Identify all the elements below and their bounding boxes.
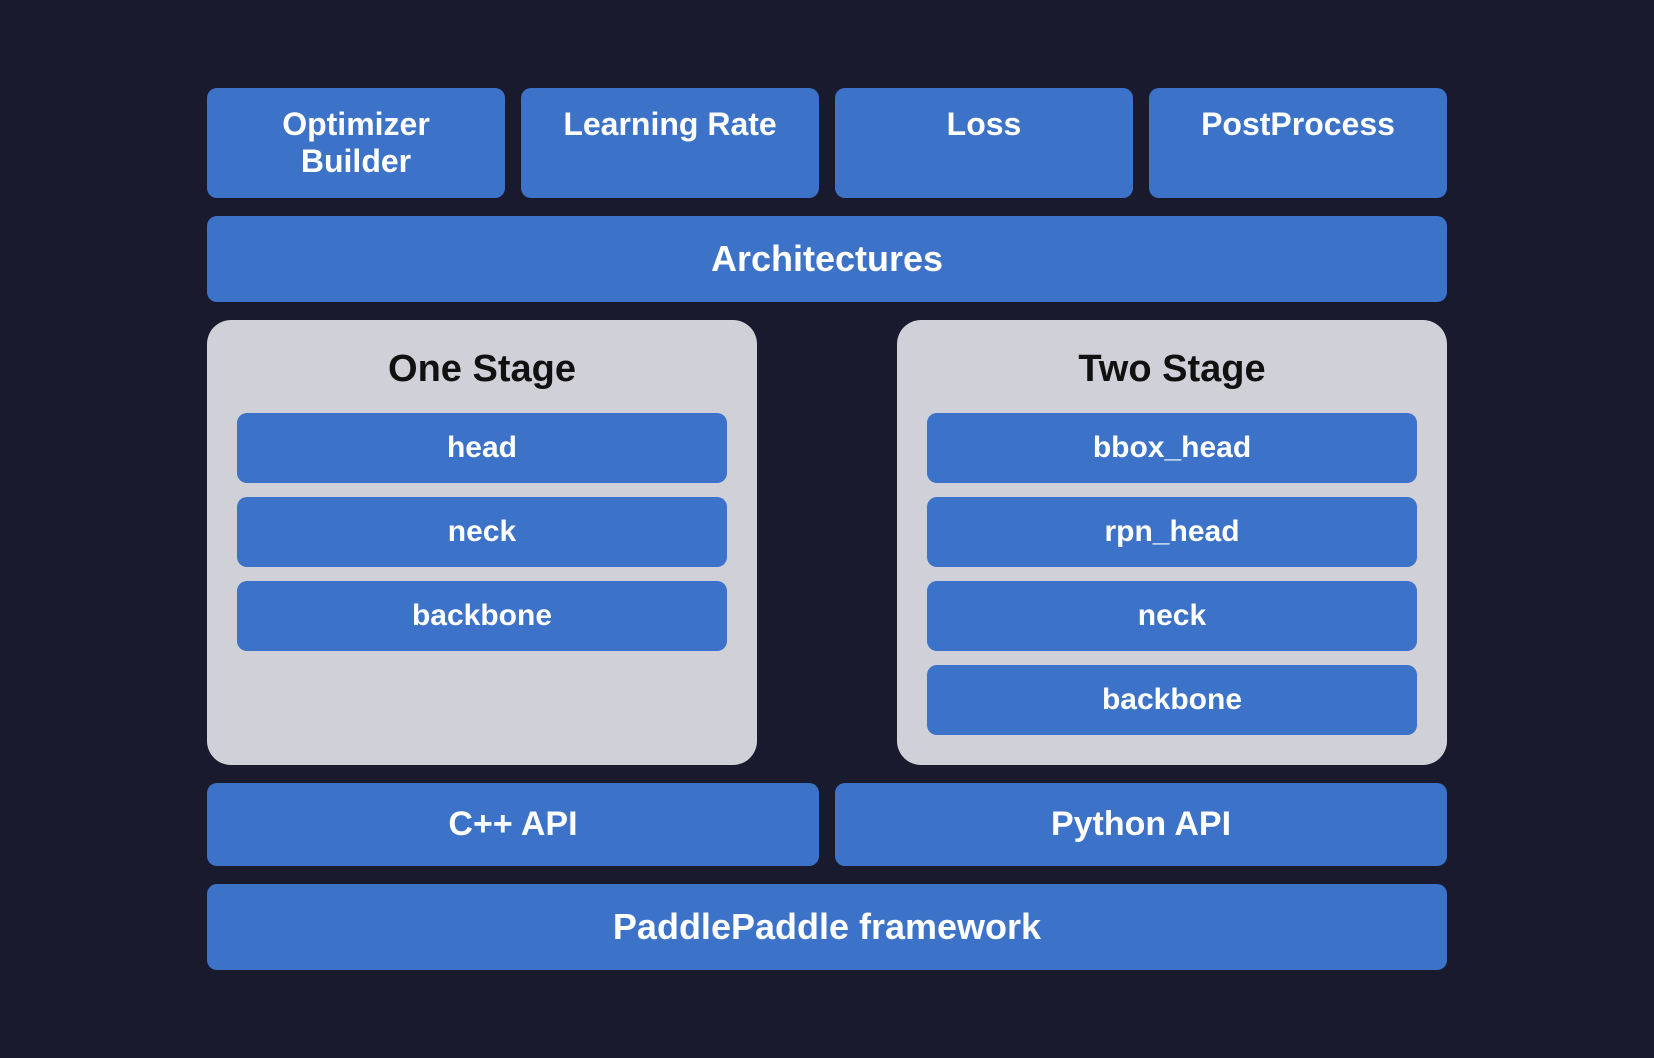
one-stage-box: One Stage head neck backbone bbox=[207, 320, 757, 765]
middle-section: One Stage head neck backbone Two Stage b… bbox=[207, 320, 1447, 765]
loss-button[interactable]: Loss bbox=[835, 88, 1133, 198]
one-stage-title: One Stage bbox=[237, 348, 727, 391]
one-stage-head[interactable]: head bbox=[237, 413, 727, 483]
diagram-container: Optimizer Builder Learning Rate Loss Pos… bbox=[177, 58, 1477, 1000]
one-stage-backbone[interactable]: backbone bbox=[237, 581, 727, 651]
one-stage-items: head neck backbone bbox=[237, 413, 727, 651]
arrow-column bbox=[757, 320, 897, 765]
one-stage-neck[interactable]: neck bbox=[237, 497, 727, 567]
postprocess-button[interactable]: PostProcess bbox=[1149, 88, 1447, 198]
arrow-body-shape bbox=[813, 473, 841, 673]
cpp-api-button[interactable]: C++ API bbox=[207, 783, 819, 866]
arrow-head-shape bbox=[785, 413, 869, 473]
top-row: Optimizer Builder Learning Rate Loss Pos… bbox=[207, 88, 1447, 198]
api-row: C++ API Python API bbox=[207, 783, 1447, 866]
architectures-bar[interactable]: Architectures bbox=[207, 216, 1447, 302]
optimizer-builder-button[interactable]: Optimizer Builder bbox=[207, 88, 505, 198]
two-stage-box: Two Stage bbox_head rpn_head neck backbo… bbox=[897, 320, 1447, 765]
two-stage-backbone[interactable]: backbone bbox=[927, 665, 1417, 735]
two-stage-neck[interactable]: neck bbox=[927, 581, 1417, 651]
paddle-framework-bar[interactable]: PaddlePaddle framework bbox=[207, 884, 1447, 970]
two-stage-items: bbox_head rpn_head neck backbone bbox=[927, 413, 1417, 735]
learning-rate-button[interactable]: Learning Rate bbox=[521, 88, 819, 198]
two-stage-bbox-head[interactable]: bbox_head bbox=[927, 413, 1417, 483]
two-stage-rpn-head[interactable]: rpn_head bbox=[927, 497, 1417, 567]
two-stage-title: Two Stage bbox=[927, 348, 1417, 391]
up-arrow bbox=[785, 413, 869, 673]
python-api-button[interactable]: Python API bbox=[835, 783, 1447, 866]
